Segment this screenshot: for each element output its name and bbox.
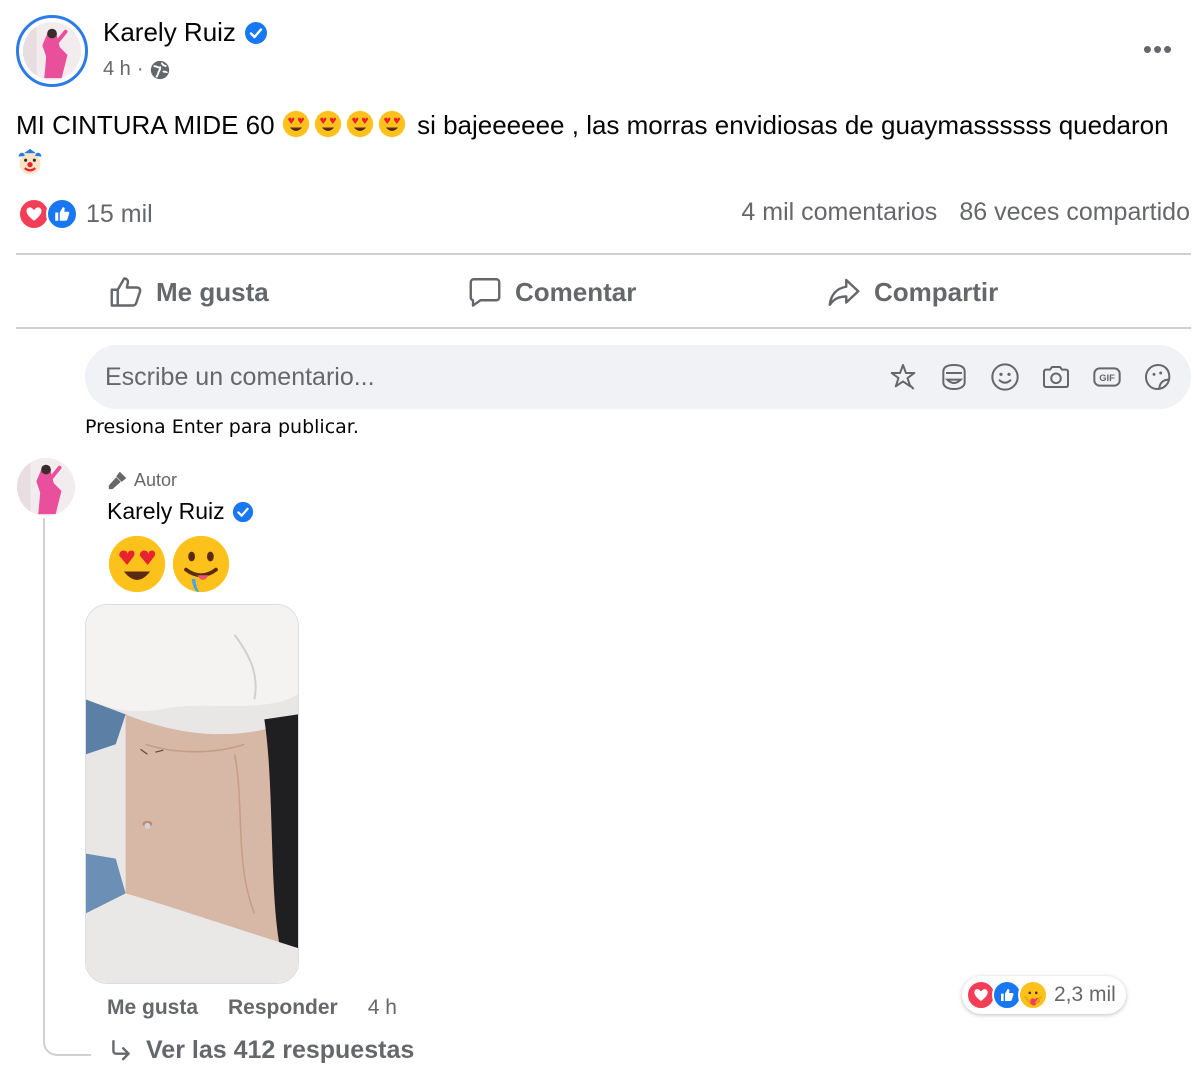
author-badge: Autor — [107, 469, 177, 491]
post-author-name[interactable]: Karely Ruiz — [103, 17, 236, 48]
like-reaction-icon — [46, 198, 78, 230]
comments-count[interactable]: 4 mil comentarios — [741, 198, 937, 227]
view-replies-label: Ver las 412 respuestas — [146, 1036, 415, 1064]
composer-hint: Presiona Enter para publicar. — [85, 416, 359, 438]
share-label: Compartir — [874, 276, 999, 307]
divider — [16, 327, 1191, 329]
comment-reactions-count: 2,3 mil — [1054, 983, 1116, 1006]
camera-icon[interactable] — [1038, 359, 1074, 395]
comment-text — [107, 534, 231, 594]
post-reactions-summary[interactable]: 15 mil — [18, 198, 153, 230]
comment-author-avatar[interactable] — [17, 458, 75, 516]
avatar-sticker-icon[interactable] — [936, 359, 972, 395]
microphone-icon — [108, 471, 127, 490]
divider — [16, 253, 1191, 255]
comment-like-button[interactable]: Me gusta — [107, 996, 198, 1020]
post-text-part2: si bajeeeeee , las morras envidiosas de … — [417, 110, 1169, 140]
comment-reply-button[interactable]: Responder — [228, 996, 338, 1020]
sticker-star-icon[interactable] — [885, 359, 921, 395]
comment-composer: GIF — [85, 345, 1191, 409]
sticker-icon[interactable] — [1140, 359, 1176, 395]
heart-eyes-emoji-icon — [108, 535, 166, 593]
reactions-count[interactable]: 15 mil — [86, 200, 153, 229]
reply-arrow-icon — [112, 1039, 130, 1060]
care-reaction-icon — [1018, 980, 1048, 1010]
comment-photo[interactable] — [85, 604, 299, 984]
comment-reactions[interactable]: 2,3 mil — [962, 976, 1126, 1014]
reply-thread-line — [43, 518, 91, 1056]
shares-count[interactable]: 86 veces compartido — [959, 198, 1190, 227]
speech-bubble-icon — [469, 278, 501, 307]
meta-separator: · — [136, 58, 144, 80]
clown-face-emoji-icon — [18, 148, 42, 175]
post-author[interactable]: Karely Ruiz — [103, 17, 268, 48]
share-button[interactable]: Compartir — [826, 268, 998, 316]
comment-time[interactable]: 4 h — [368, 996, 397, 1020]
like-label: Me gusta — [156, 276, 269, 307]
more-icon: ••• — [1142, 33, 1174, 64]
post-text: MI CINTURA MIDE 60 si bajeeeeee , las mo… — [16, 106, 1191, 182]
post-author-avatar[interactable] — [16, 15, 88, 87]
comment-actions: Me gusta Responder 4 h — [107, 996, 397, 1020]
globe-icon — [151, 60, 170, 79]
post-text-part1: MI CINTURA MIDE 60 — [16, 110, 275, 140]
verified-badge-icon — [244, 21, 267, 44]
view-replies-link[interactable]: Ver las 412 respuestas — [108, 1036, 414, 1065]
author-badge-label: Autor — [134, 469, 178, 490]
post-options-button[interactable]: ••• — [1140, 34, 1176, 64]
post-meta: 4 h · — [103, 58, 171, 81]
comment-label: Comentar — [515, 276, 637, 307]
gif-icon[interactable]: GIF — [1089, 359, 1125, 395]
comment-input[interactable] — [105, 357, 865, 397]
heart-eyes-emoji-icon — [378, 110, 405, 138]
comment-author-name[interactable]: Karely Ruiz — [107, 498, 225, 525]
post-time[interactable]: 4 h — [103, 58, 131, 81]
drooling-face-emoji-icon — [172, 535, 230, 593]
share-arrow-icon — [828, 278, 860, 306]
post-stats: 4 mil comentarios 86 veces compartido — [741, 198, 1190, 227]
comment-button[interactable]: Comentar — [467, 268, 636, 316]
heart-eyes-emoji-icon — [346, 110, 373, 138]
heart-eyes-emoji-icon — [282, 110, 309, 138]
comment-author[interactable]: Karely Ruiz — [107, 498, 254, 525]
heart-eyes-emoji-icon — [314, 110, 341, 138]
verified-badge-icon — [232, 501, 253, 522]
thumbs-up-icon — [110, 277, 142, 307]
svg-text:GIF: GIF — [1099, 373, 1115, 383]
like-button[interactable]: Me gusta — [108, 268, 269, 316]
emoji-icon[interactable] — [987, 359, 1023, 395]
